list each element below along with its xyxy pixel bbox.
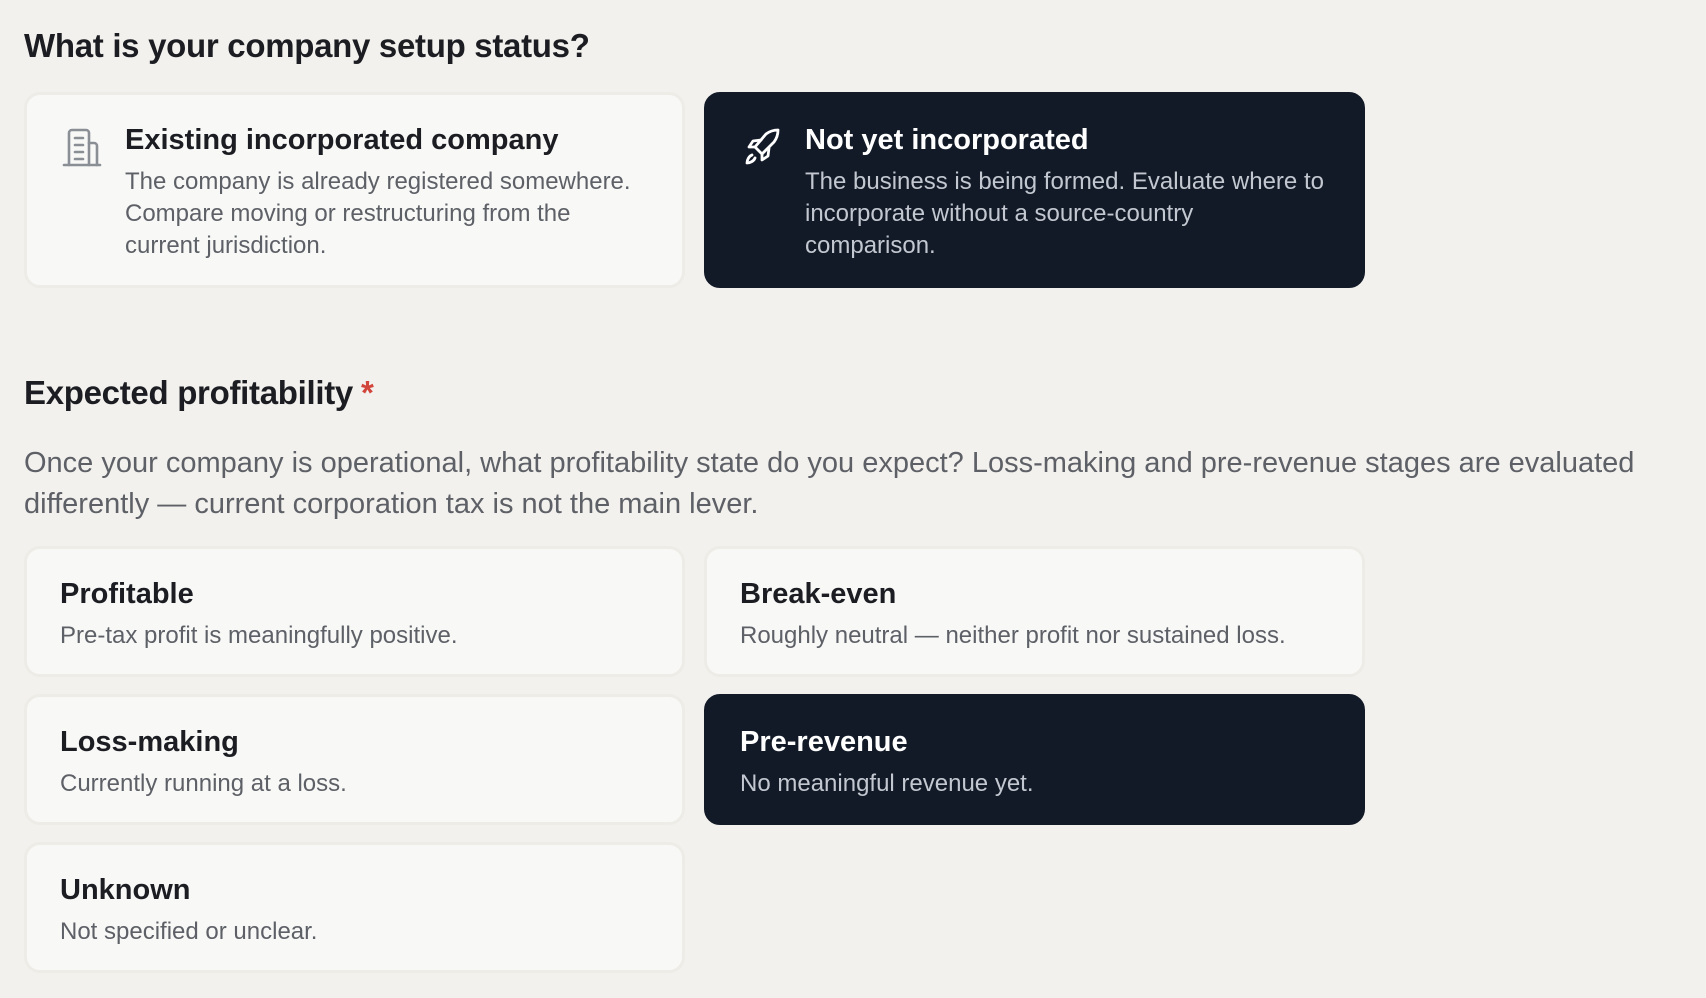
option-description: Not specified or unclear. xyxy=(60,917,318,945)
rocket-icon xyxy=(740,125,784,169)
option-description: The company is already registered somewh… xyxy=(125,167,631,259)
option-not-yet-incorporated[interactable]: Not yet incorporated The business is bei… xyxy=(704,92,1365,288)
option-existing-incorporated-company[interactable]: Existing incorporated company The compan… xyxy=(24,92,685,288)
option-title: Loss-making xyxy=(60,726,239,758)
profitability-description: Once your company is operational, what p… xyxy=(24,447,1635,520)
option-description: The business is being formed. Evaluate w… xyxy=(805,167,1324,259)
option-title: Pre-revenue xyxy=(740,726,908,758)
option-title: Break-even xyxy=(740,578,897,610)
option-profitable[interactable]: Profitable Pre-tax profit is meaningfull… xyxy=(24,546,685,677)
option-unknown[interactable]: Unknown Not specified or unclear. xyxy=(24,842,685,973)
building-icon xyxy=(60,125,104,169)
option-description: Roughly neutral — neither profit nor sus… xyxy=(740,621,1286,649)
option-pre-revenue[interactable]: Pre-revenue No meaningful revenue yet. xyxy=(704,694,1365,825)
profitability-question: Expected profitability * xyxy=(24,376,374,409)
option-title: Existing incorporated company xyxy=(125,124,559,156)
setup-status-question: What is your company setup status? xyxy=(24,27,590,64)
option-title: Not yet incorporated xyxy=(805,124,1089,156)
option-title: Unknown xyxy=(60,874,191,906)
option-description: No meaningful revenue yet. xyxy=(740,769,1034,797)
profitability-question-label: Expected profitability xyxy=(24,374,353,411)
required-marker: * xyxy=(360,374,374,411)
option-loss-making[interactable]: Loss-making Currently running at a loss. xyxy=(24,694,685,825)
option-description: Currently running at a loss. xyxy=(60,769,347,797)
option-description: Pre-tax profit is meaningfully positive. xyxy=(60,621,458,649)
option-break-even[interactable]: Break-even Roughly neutral — neither pro… xyxy=(704,546,1365,677)
option-title: Profitable xyxy=(60,578,194,610)
